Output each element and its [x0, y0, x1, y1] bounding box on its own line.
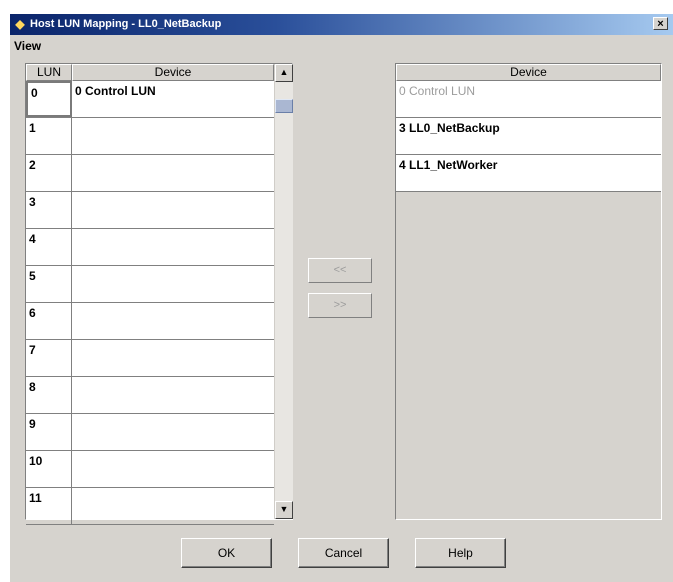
device-list-rows: 0 Control LUN 3 LL0_NetBackup 4 LL1_NetW… [396, 81, 661, 192]
vertical-scrollbar[interactable]: ▲ ▼ [274, 64, 293, 519]
menu-bar: View [10, 36, 673, 54]
cancel-button[interactable]: Cancel [298, 538, 389, 568]
lun-cell: 2 [26, 155, 72, 191]
lun-cell: 0 [26, 81, 72, 117]
device-cell [72, 155, 274, 191]
device-cell [72, 414, 274, 450]
close-icon: × [657, 18, 664, 30]
device-cell [72, 377, 274, 413]
lun-cell: 6 [26, 303, 72, 339]
table-row[interactable]: 6 [26, 303, 274, 340]
close-button[interactable]: × [653, 17, 668, 30]
table-row[interactable]: 9 [26, 414, 274, 451]
table-row[interactable]: 8 [26, 377, 274, 414]
table-row[interactable]: 5 [26, 266, 274, 303]
ok-button[interactable]: OK [181, 538, 272, 568]
window-title: Host LUN Mapping - LL0_NetBackup [30, 18, 222, 30]
lun-cell: 7 [26, 340, 72, 376]
arrow-up-icon: ▲ [279, 67, 289, 77]
table-row[interactable]: 7 [26, 340, 274, 377]
device-cell [72, 266, 274, 302]
move-right-button[interactable]: >> [308, 293, 372, 318]
scroll-down-button[interactable]: ▼ [275, 501, 293, 519]
table-row[interactable]: 2 [26, 155, 274, 192]
device-cell [72, 192, 274, 228]
list-item[interactable]: 4 LL1_NetWorker [396, 155, 661, 192]
lun-table: LUN Device 0 0 Control LUN 1 2 3 4 5 6 7… [25, 63, 293, 525]
menu-view[interactable]: View [14, 39, 41, 53]
device-cell [72, 340, 274, 376]
lun-cell: 8 [26, 377, 72, 413]
device-cell [72, 229, 274, 265]
device-cell [72, 451, 274, 487]
host-lun-mapping-dialog: ◆ Host LUN Mapping - LL0_NetBackup × Vie… [10, 14, 673, 582]
device-cell: 0 Control LUN [75, 84, 156, 98]
table-row[interactable]: 3 [26, 192, 274, 229]
lun-cell: 4 [26, 229, 72, 265]
title-bar[interactable]: ◆ Host LUN Mapping - LL0_NetBackup × [10, 14, 673, 35]
lun-table-rows: 0 0 Control LUN 1 2 3 4 5 6 7 8 9 10 11 [26, 81, 274, 525]
lun-column-header[interactable]: LUN [26, 64, 72, 81]
device-column-header[interactable]: Device [396, 64, 661, 81]
device-cell [72, 488, 274, 524]
list-item[interactable]: 3 LL0_NetBackup [396, 118, 661, 155]
lun-cell: 10 [26, 451, 72, 487]
lun-cell: 5 [26, 266, 72, 302]
app-icon: ◆ [15, 17, 25, 31]
scroll-thumb[interactable] [275, 99, 293, 113]
table-row[interactable]: 1 [26, 118, 274, 155]
arrow-down-icon: ▼ [279, 504, 289, 514]
help-button[interactable]: Help [415, 538, 506, 568]
lun-cell: 1 [26, 118, 72, 154]
scroll-up-button[interactable]: ▲ [275, 64, 293, 82]
table-row[interactable]: 4 [26, 229, 274, 266]
move-left-button[interactable]: << [308, 258, 372, 283]
lun-cell: 9 [26, 414, 72, 450]
table-row[interactable]: 10 [26, 451, 274, 488]
list-item: 0 Control LUN [396, 81, 661, 118]
device-column-header[interactable]: Device [72, 64, 274, 81]
device-cell [72, 303, 274, 339]
table-row[interactable]: 11 [26, 488, 274, 525]
lun-table-header: LUN Device [26, 64, 274, 81]
lun-cell: 3 [26, 192, 72, 228]
lun-cell: 11 [26, 488, 72, 524]
device-cell [72, 118, 274, 154]
table-row[interactable]: 0 0 Control LUN [26, 81, 274, 118]
available-devices-list: Device 0 Control LUN 3 LL0_NetBackup 4 L… [395, 63, 662, 520]
